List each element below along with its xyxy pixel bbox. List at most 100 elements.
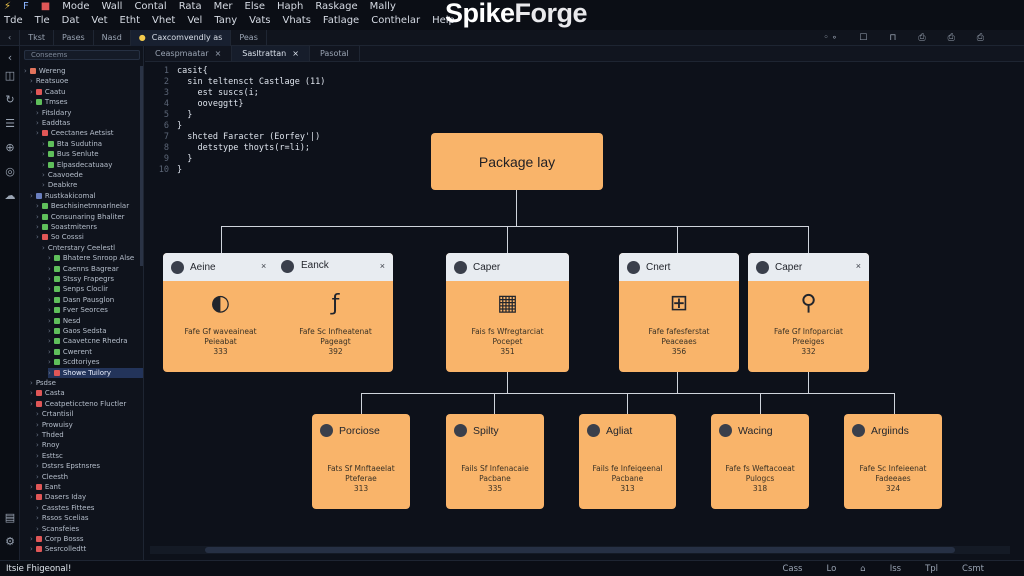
menu-item[interactable]: Vhats (282, 15, 310, 26)
package-card[interactable]: Cnert ⊞ Fafe fafesferstat Peaceaes 356 (619, 253, 739, 372)
package-card-child[interactable]: Spilty Fails Sf Infenacaie Pacbane 335 (446, 414, 544, 509)
editor-tab-active[interactable]: Sasltrattan × (232, 46, 310, 61)
explorer-icon[interactable]: ◫ (4, 70, 16, 82)
chevron-right-icon[interactable]: › (42, 149, 45, 159)
package-card[interactable]: Caper × ⚲ Fafe Gf Infoparciat Preeiges 3… (748, 253, 869, 372)
tree-item[interactable]: › Ceectanes Aetsist (36, 128, 143, 138)
top-tab[interactable]: Pases (54, 29, 94, 46)
code-line[interactable]: shcted Faracter (Eorfey'|) (177, 132, 320, 142)
tree-item[interactable]: › Psdse (30, 378, 143, 388)
chevron-right-icon[interactable]: › (36, 524, 39, 534)
tree-item[interactable]: › Scdtoriyes (48, 357, 143, 367)
chevron-right-icon[interactable]: › (42, 243, 45, 253)
nav-back-icon[interactable]: ‹ (0, 29, 21, 46)
tree-item[interactable]: › Dasn Pausglon (48, 295, 143, 305)
menu-item[interactable]: Vats (249, 15, 270, 26)
chevron-right-icon[interactable]: › (48, 264, 51, 274)
home-icon[interactable]: ⌂ (860, 564, 865, 574)
chevron-right-icon[interactable]: › (30, 492, 33, 502)
chevron-right-icon[interactable]: › (36, 503, 39, 513)
tree-item[interactable]: › Reatsuoe (30, 76, 143, 86)
code-line[interactable]: casit{ (177, 66, 208, 76)
package-card-child[interactable]: Agliat Fails fe Infeiqeenal Pacbane 313 (579, 414, 676, 509)
menu-item[interactable]: Vet (91, 15, 107, 26)
chevron-right-icon[interactable]: › (30, 191, 33, 201)
chevron-right-icon[interactable]: › (30, 97, 33, 107)
tree-search-input[interactable]: Conseems (24, 50, 140, 60)
menu-item[interactable]: Contal (134, 1, 166, 12)
chevron-right-icon[interactable]: › (48, 357, 51, 367)
bookmark-icon[interactable]: ■ (41, 1, 50, 12)
tree-item[interactable]: › Bus Senlute (42, 149, 143, 159)
code-line[interactable]: sin teltensct Castlage (11) (177, 77, 325, 87)
menu-item[interactable]: Mer (214, 1, 233, 12)
menu-item[interactable]: Dat (62, 15, 80, 26)
tree-item[interactable]: › Gaos Sedsta (48, 326, 143, 336)
tree-item[interactable]: › Prowuisy (36, 420, 143, 430)
tree-item[interactable]: › Crtantisil (36, 409, 143, 419)
chevron-right-icon[interactable]: › (48, 347, 51, 357)
package-card-child[interactable]: Argiinds Fafe Sc Infeieenat Fadeeaes 324 (844, 414, 942, 509)
tree-item[interactable]: › Eaddtas (36, 118, 143, 128)
chevron-right-icon[interactable]: › (48, 305, 51, 315)
menu-item[interactable]: Tany (214, 15, 237, 26)
menu-item[interactable]: Tde (4, 15, 23, 26)
close-icon[interactable]: × (856, 261, 861, 271)
menu-item[interactable]: Vhet (152, 15, 175, 26)
print-icon[interactable]: ⎙ (977, 33, 984, 43)
chevron-right-icon[interactable]: › (30, 87, 33, 97)
menu-item[interactable]: Wall (102, 1, 123, 12)
tree-item[interactable]: › Showe Tuilory (48, 367, 143, 378)
package-card-child[interactable]: Porciose Fats Sf Mnftaeelat Pteferae 313 (312, 414, 410, 509)
close-icon[interactable]: × (215, 49, 222, 58)
status-item[interactable]: Lo (826, 564, 836, 574)
globe-icon[interactable]: ⊕ (4, 142, 16, 154)
code-line[interactable]: } (177, 154, 192, 164)
editor-horizontal-scrollbar[interactable] (150, 546, 1010, 554)
code-line[interactable]: detstype thoyts(r=li); (177, 143, 310, 153)
chevron-right-icon[interactable]: › (36, 118, 39, 128)
scrollbar-thumb[interactable] (205, 547, 955, 553)
chevron-right-icon[interactable]: › (36, 472, 39, 482)
chevron-right-icon[interactable]: › (48, 253, 51, 263)
tree-item[interactable]: › Wereng (24, 66, 143, 76)
tree-item[interactable]: › Dasers Iday (30, 492, 143, 502)
package-card-split[interactable]: Aeine × Eanck × ◐ Fafe Gf waveaineat Pei… (163, 253, 393, 372)
package-card-child[interactable]: Wacing Fafe fs Weftacoeat Pulogcs 318 (711, 414, 809, 509)
menu-item[interactable]: Conthelar (371, 15, 420, 26)
collapse-icon[interactable]: ‹ (4, 52, 16, 64)
chevron-right-icon[interactable]: › (30, 76, 33, 86)
chevron-right-icon[interactable]: › (36, 232, 39, 242)
tree-item[interactable]: › Beschisinetmnarlnelar (36, 201, 143, 211)
tree-item[interactable]: › Cleesth (36, 472, 143, 482)
tree-item[interactable]: › Caatu (30, 87, 143, 97)
chevron-right-icon[interactable]: › (36, 420, 39, 430)
menu-item[interactable]: Mally (370, 1, 396, 12)
close-icon[interactable]: × (380, 261, 385, 271)
tree-item[interactable]: › Ceatpeticcteno Fluctler (30, 399, 143, 409)
status-item[interactable]: Csmt (962, 564, 984, 574)
warning-icon[interactable]: ⚡ (4, 1, 11, 12)
close-icon[interactable]: × (261, 261, 266, 271)
editor-tab[interactable]: Pasotal (310, 46, 360, 61)
tree-item[interactable]: › Rssos Scelias (36, 513, 143, 523)
tree-item[interactable]: › Tmses (30, 97, 143, 107)
tree-item[interactable]: › Caavetcne Rhedra (48, 336, 143, 346)
cloud-icon[interactable]: ☁ (4, 190, 16, 202)
chevron-right-icon[interactable]: › (36, 440, 39, 450)
menu-item[interactable]: Mode (62, 1, 89, 12)
menu-item[interactable]: Vel (187, 15, 202, 26)
tree-item[interactable]: › Bta Sudutina (42, 139, 143, 149)
tree-item[interactable]: › Corp Bosss (30, 534, 143, 544)
chevron-right-icon[interactable]: › (30, 534, 33, 544)
code-line[interactable]: } (177, 121, 182, 131)
top-tab-active[interactable]: ● Caxcomvendly as (130, 29, 232, 46)
chevron-right-icon[interactable]: › (48, 368, 51, 378)
code-line[interactable]: ooveggtt} (177, 99, 243, 109)
menu-item[interactable]: Etht (120, 15, 141, 26)
chevron-right-icon[interactable]: › (42, 160, 45, 170)
chevron-right-icon[interactable]: › (36, 128, 39, 138)
tree-item[interactable]: › Fver Seorces (48, 305, 143, 315)
tree-item[interactable]: › Bhatere Snroop Alse (48, 253, 143, 263)
tree-item[interactable]: › Consunaring Bhaliter (36, 212, 143, 222)
